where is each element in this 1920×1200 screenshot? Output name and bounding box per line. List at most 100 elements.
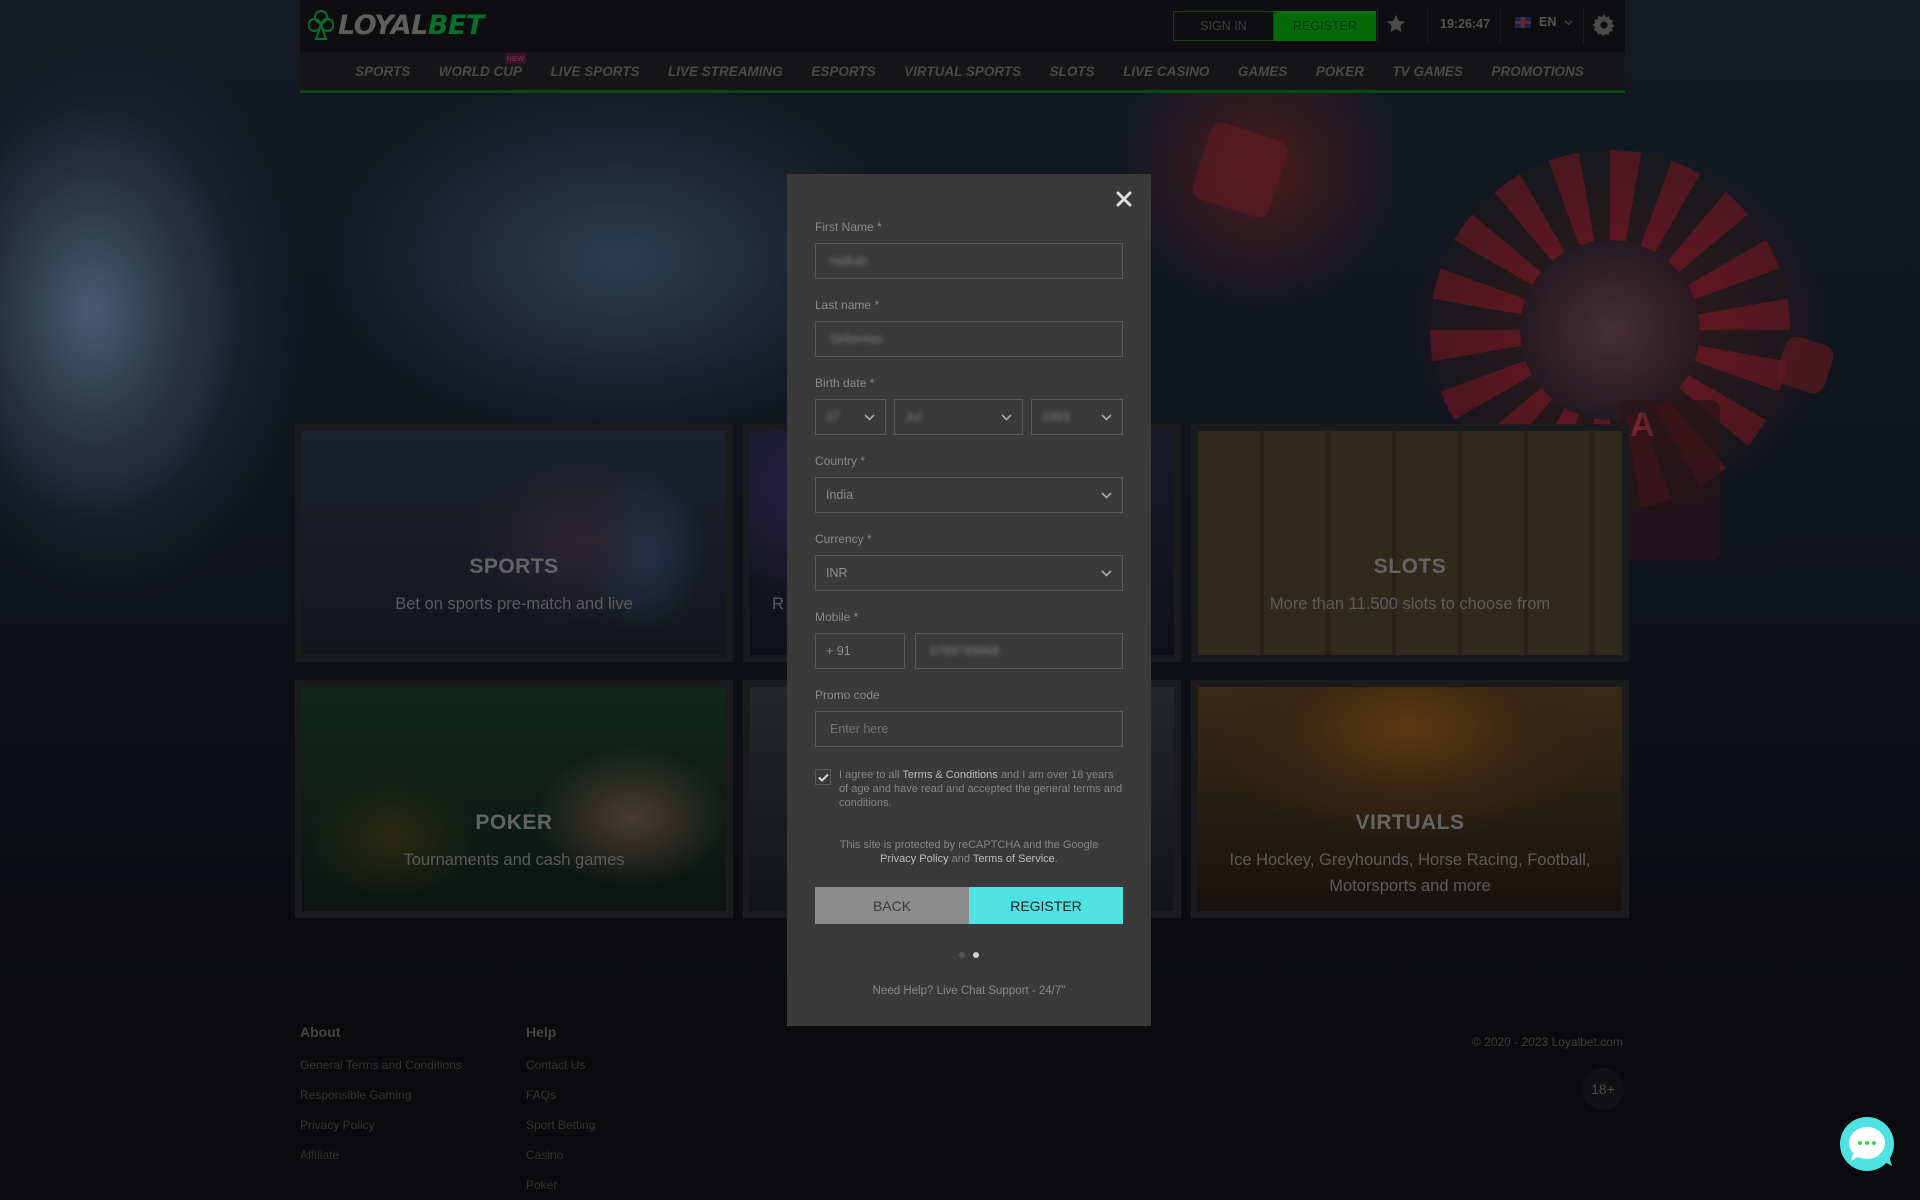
- new-badge: NEW: [504, 52, 527, 64]
- logo[interactable]: LOYALBET: [308, 9, 484, 41]
- terms-consent-text: I agree to all Terms & Conditions and I …: [839, 768, 1123, 810]
- nav-item-world-cup[interactable]: WORLD CUP NEW: [438, 52, 527, 79]
- language-selector[interactable]: EN: [1515, 15, 1573, 29]
- main-nav: SPORTS WORLD CUP NEW LIVE SPORTS LIVE STR…: [300, 52, 1625, 93]
- nav-item-live-sports[interactable]: LIVE SPORTS: [551, 64, 640, 79]
- recaptcha-text: This site is protected by reCAPTCHA and …: [839, 839, 1099, 851]
- nav-item-sports[interactable]: SPORTS: [355, 64, 410, 79]
- divider: [1500, 8, 1501, 44]
- chevron-down-icon: [1101, 414, 1112, 421]
- recaptcha-period: .: [1054, 853, 1058, 865]
- birth-date-label: Birth date *: [815, 376, 875, 390]
- footer-link[interactable]: Casino: [526, 1148, 595, 1162]
- nav-item-poker[interactable]: POKER: [1316, 64, 1364, 79]
- nav-item-virtual-sports[interactable]: VIRTUAL SPORTS: [904, 64, 1021, 79]
- currency-field: Currency * INR: [815, 532, 1123, 591]
- nav-item-live-streaming[interactable]: LIVE STREAMING: [668, 64, 783, 79]
- close-icon[interactable]: [1115, 190, 1133, 208]
- currency-select[interactable]: INR: [815, 555, 1123, 591]
- terms-of-service-link[interactable]: Terms of Service: [973, 853, 1055, 865]
- first-name-value: Hafrah: [830, 254, 868, 268]
- clock: 19:26:47: [1440, 17, 1491, 31]
- nav-label: LIVE SPORTS: [550, 63, 640, 79]
- footer-link[interactable]: Privacy Policy: [300, 1118, 462, 1132]
- birth-month-value: Jul: [905, 410, 921, 424]
- recaptcha-and: and: [948, 853, 973, 865]
- live-chat-bubble-icon[interactable]: [1839, 1116, 1896, 1173]
- footer-link[interactable]: Poker: [526, 1178, 595, 1192]
- footer-link[interactable]: Sport Betting: [526, 1118, 595, 1132]
- currency-value: INR: [826, 566, 848, 580]
- nav-item-tv-games[interactable]: TV GAMES: [1392, 64, 1463, 79]
- footer-link[interactable]: Responsible Gaming: [300, 1088, 462, 1102]
- nav-label: TV GAMES: [1392, 63, 1463, 79]
- checkmark-icon: [817, 773, 829, 782]
- settings-gear-icon[interactable]: [1592, 13, 1616, 37]
- tile-image: VIRTUALS Ice Hockey, Greyhounds, Horse R…: [1198, 687, 1622, 911]
- footer-link[interactable]: Affiliate: [300, 1148, 462, 1162]
- tile-poker[interactable]: POKER Tournaments and cash games: [295, 680, 733, 918]
- chevron-down-icon: [864, 414, 875, 421]
- nav-item-promotions[interactable]: PROMOTIONS: [1491, 64, 1583, 79]
- birth-month-select[interactable]: Jul: [894, 399, 1023, 435]
- chevron-down-icon: [1564, 19, 1573, 25]
- live-chat-help-link[interactable]: Need Help? Live Chat Support - 24/7": [787, 985, 1151, 997]
- nav-label: LIVE STREAMING: [668, 63, 783, 79]
- footer-link[interactable]: Contact Us: [526, 1058, 595, 1072]
- step-dot-2[interactable]: [973, 952, 979, 958]
- country-value: India: [826, 488, 854, 502]
- nav-item-slots[interactable]: SLOTS: [1050, 64, 1095, 79]
- chevron-down-icon: [1101, 492, 1112, 499]
- nav-label: LIVE CASINO: [1123, 63, 1210, 79]
- divider: [1583, 8, 1584, 44]
- promo-code-input[interactable]: [815, 711, 1123, 747]
- promo-code-field: Promo code: [815, 688, 1123, 747]
- birth-date-selects: 07 Jul 1993: [815, 399, 1123, 435]
- divider: [1377, 8, 1378, 44]
- last-name-input[interactable]: Sirbentas: [815, 321, 1123, 357]
- nav-label: GAMES: [1237, 63, 1288, 79]
- tile-virtuals[interactable]: VIRTUALS Ice Hockey, Greyhounds, Horse R…: [1191, 680, 1629, 918]
- terms-consent: I agree to all Terms & Conditions and I …: [815, 768, 1123, 810]
- favorites-star-icon[interactable]: [1385, 13, 1407, 35]
- tile-title: SLOTS: [1373, 555, 1447, 578]
- nav-item-games[interactable]: GAMES: [1238, 64, 1288, 79]
- back-button[interactable]: BACK: [815, 887, 969, 924]
- nav-label: WORLD CUP: [438, 63, 523, 79]
- first-name-field: First Name * Hafrah: [815, 220, 1123, 279]
- tile-subtitle: More than 11.500 slots to choose from: [1269, 595, 1551, 613]
- footer-link[interactable]: FAQs: [526, 1088, 595, 1102]
- footer-about: About General Terms and Conditions Respo…: [300, 1024, 462, 1178]
- phone-prefix-input[interactable]: + 91: [815, 633, 905, 669]
- divider: [1427, 8, 1428, 44]
- birth-day-select[interactable]: 07: [815, 399, 886, 435]
- register-button[interactable]: REGISTER: [969, 887, 1123, 924]
- site-header: LOYALBET SIGN IN REGISTER 19:26:47 EN SP…: [300, 0, 1625, 93]
- currency-label: Currency *: [815, 532, 872, 546]
- footer-heading: About: [300, 1024, 341, 1040]
- step-dot-1[interactable]: [959, 952, 965, 958]
- tile-slots[interactable]: SLOTS More than 11.500 slots to choose f…: [1191, 424, 1629, 662]
- nav-label: ESPORTS: [811, 63, 876, 79]
- tile-title: POKER: [475, 811, 553, 834]
- country-select[interactable]: India: [815, 477, 1123, 513]
- country-field: Country * India: [815, 454, 1123, 513]
- tile-subtitle: R: [772, 595, 784, 613]
- copyright: © 2020 - 2023 Loyalbet.com: [1472, 1035, 1623, 1049]
- tile-sports[interactable]: SPORTS Bet on sports pre-match and live: [295, 424, 733, 662]
- footer-link[interactable]: General Terms and Conditions: [300, 1058, 462, 1072]
- phone-number-input[interactable]: 0789789868: [915, 633, 1123, 669]
- register-header-button[interactable]: REGISTER: [1274, 11, 1376, 41]
- phone-prefix-value: + 91: [826, 644, 851, 658]
- first-name-input[interactable]: Hafrah: [815, 243, 1123, 279]
- birth-year-select[interactable]: 1993: [1031, 399, 1123, 435]
- tile-subtitle: Bet on sports pre-match and live: [395, 595, 633, 613]
- terms-link[interactable]: Terms & Conditions: [902, 769, 997, 781]
- birth-year-value: 1993: [1042, 410, 1070, 424]
- privacy-policy-link[interactable]: Privacy Policy: [880, 853, 948, 865]
- terms-checkbox[interactable]: [815, 769, 831, 785]
- last-name-label: Last name *: [815, 298, 880, 312]
- sign-in-button[interactable]: SIGN IN: [1173, 11, 1274, 41]
- nav-item-esports[interactable]: ESPORTS: [811, 64, 875, 79]
- nav-item-live-casino[interactable]: LIVE CASINO: [1123, 64, 1209, 79]
